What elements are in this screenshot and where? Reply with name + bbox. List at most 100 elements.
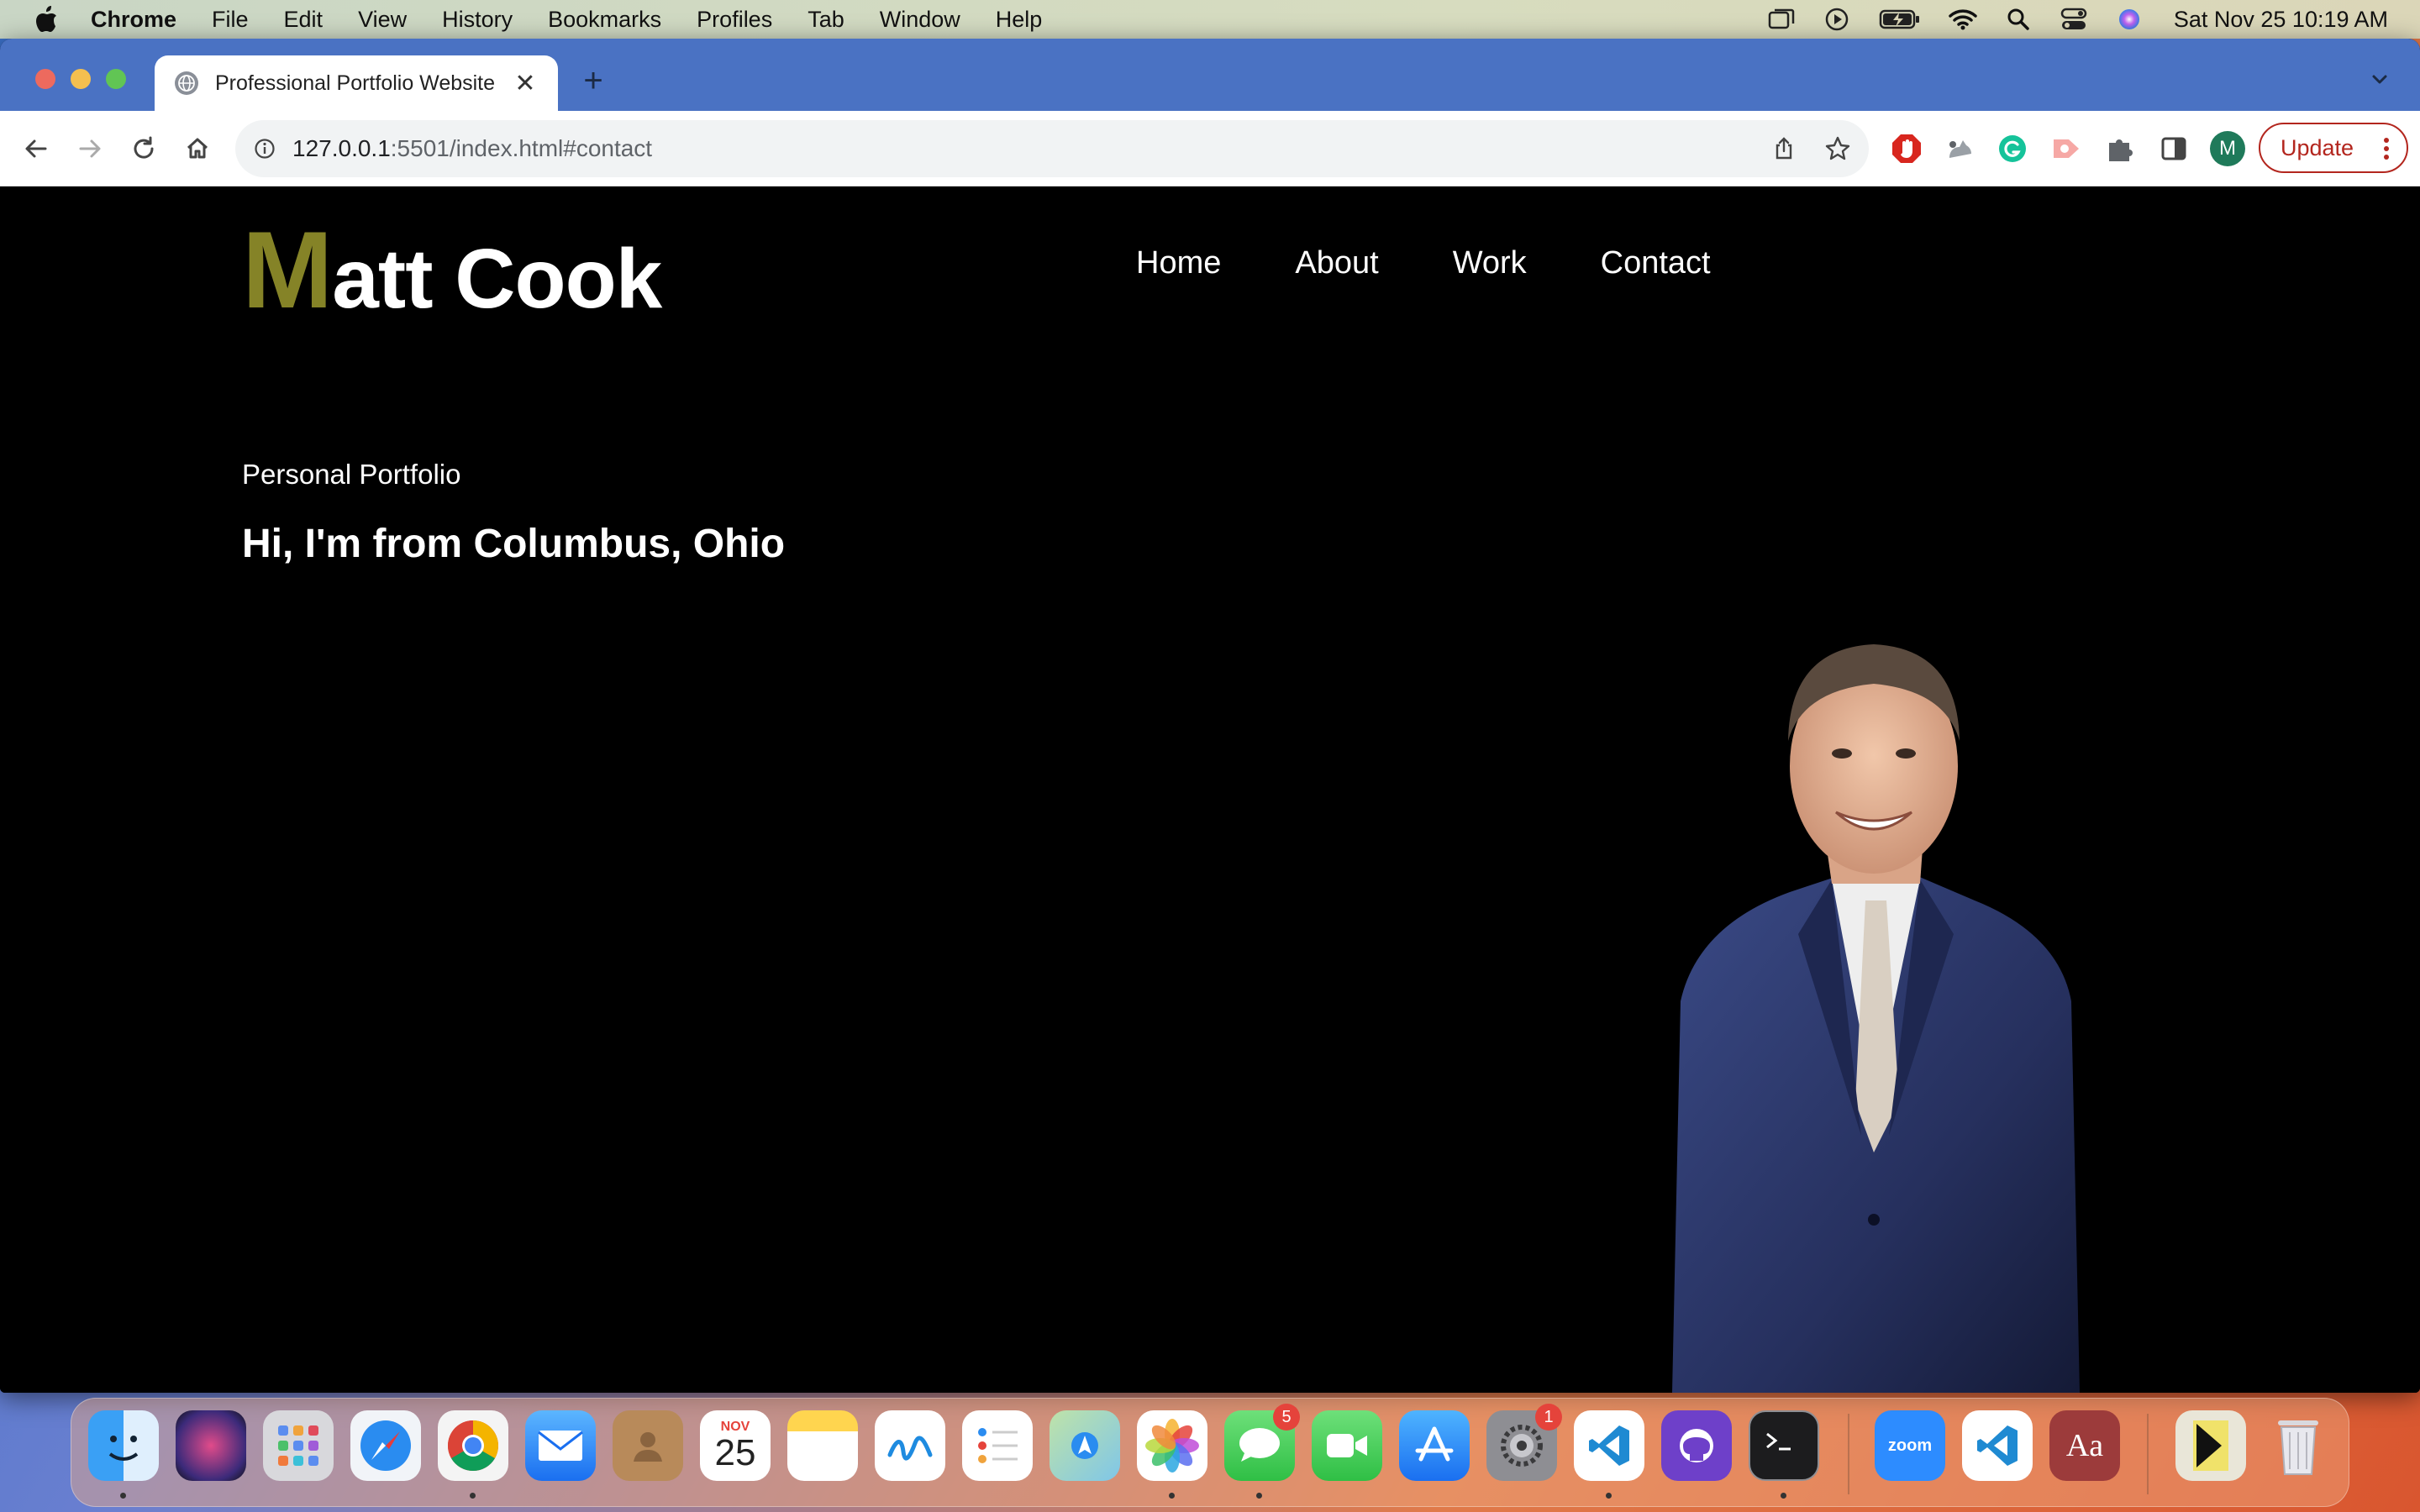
cat-extension-icon[interactable]: [1941, 131, 1976, 166]
mail-icon[interactable]: [525, 1410, 596, 1481]
grammarly-extension-icon[interactable]: [1995, 131, 2030, 166]
nav-work[interactable]: Work: [1453, 245, 1527, 281]
chrome-app-icon[interactable]: [438, 1410, 508, 1481]
contacts-icon[interactable]: [613, 1410, 683, 1481]
macos-dock: NOV 25 5 1 zoom Aa: [71, 1398, 2349, 1507]
finder-icon[interactable]: [88, 1410, 159, 1481]
menu-window[interactable]: Window: [880, 7, 960, 33]
settings-badge: 1: [1535, 1404, 1562, 1431]
launchpad-icon[interactable]: [263, 1410, 334, 1481]
share-icon[interactable]: [1770, 134, 1798, 163]
portrait-photo: [1672, 644, 2080, 1393]
site-info-icon[interactable]: [252, 136, 277, 161]
logo-name: att Cook: [332, 232, 662, 326]
reminders-icon[interactable]: [962, 1410, 1033, 1481]
menu-bookmarks[interactable]: Bookmarks: [548, 7, 661, 33]
running-indicator: [1169, 1493, 1175, 1499]
puzzle-extensions-icon[interactable]: [2102, 131, 2138, 166]
downloads-stack-icon[interactable]: [2175, 1410, 2246, 1481]
photos-icon[interactable]: [1137, 1410, 1207, 1481]
safari-icon[interactable]: [350, 1410, 421, 1481]
portfolio-page: Matt Cook Home About Work Contact Person…: [0, 186, 2420, 1393]
menu-profiles[interactable]: Profiles: [697, 7, 772, 33]
app-store-icon[interactable]: [1399, 1410, 1470, 1481]
notes-icon[interactable]: [787, 1410, 858, 1481]
battery-charging-icon[interactable]: [1878, 7, 1922, 32]
nav-home[interactable]: Home: [1136, 245, 1221, 281]
calendar-day: 25: [714, 1432, 756, 1473]
profile-avatar[interactable]: M: [2210, 131, 2245, 166]
tab-portfolio[interactable]: Professional Portfolio Website ✕: [155, 55, 558, 111]
terminal-icon[interactable]: [1749, 1410, 1819, 1481]
new-tab-button[interactable]: +: [576, 64, 610, 97]
apple-menu-icon[interactable]: [32, 5, 60, 34]
running-indicator: [120, 1493, 126, 1499]
vscode-insiders-icon[interactable]: [1962, 1410, 2033, 1481]
globe-icon: [175, 71, 198, 95]
github-desktop-icon[interactable]: [1661, 1410, 1732, 1481]
calendar-icon[interactable]: NOV 25: [700, 1410, 771, 1481]
url-text[interactable]: 127.0.0.1:5501/index.html#contact: [292, 135, 652, 162]
wifi-icon[interactable]: [1949, 7, 1977, 32]
home-icon[interactable]: [178, 129, 217, 168]
menu-view[interactable]: View: [358, 7, 407, 33]
address-bar[interactable]: 127.0.0.1:5501/index.html#contact: [235, 120, 1869, 177]
running-indicator: [470, 1493, 476, 1499]
close-window-button[interactable]: [35, 69, 55, 89]
macos-menu-bar: Chrome File Edit View History Bookmarks …: [0, 0, 2420, 39]
fullscreen-window-button[interactable]: [106, 69, 126, 89]
control-center-icon[interactable]: [2060, 7, 2088, 32]
tab-search-chevron-icon[interactable]: [2368, 67, 2391, 91]
nav-about[interactable]: About: [1295, 245, 1378, 281]
hero-subtitle: Personal Portfolio: [242, 459, 461, 490]
running-indicator: [1606, 1493, 1612, 1499]
vscode-icon[interactable]: [1574, 1410, 1644, 1481]
menubar-status-area: Sat Nov 25 10:19 AM: [1767, 0, 2388, 39]
freeform-icon[interactable]: [875, 1410, 945, 1481]
dictionary-icon[interactable]: Aa: [2049, 1410, 2120, 1481]
menu-tab[interactable]: Tab: [808, 7, 844, 33]
logo-initial: M: [242, 208, 333, 331]
recorder-extension-icon[interactable]: [2049, 131, 2084, 166]
running-indicator: [1256, 1493, 1262, 1499]
nav-contact[interactable]: Contact: [1601, 245, 1711, 281]
chrome-window: Professional Portfolio Website ✕ + 127.0…: [0, 39, 2420, 1393]
play-icon[interactable]: [1823, 7, 1851, 32]
hero-headline: Hi, I'm from Columbus, Ohio: [242, 522, 786, 566]
tab-title: Professional Portfolio Website: [215, 71, 496, 95]
forward-arrow-icon[interactable]: [71, 129, 109, 168]
tab-close-icon[interactable]: ✕: [513, 69, 538, 98]
update-button[interactable]: Update: [2259, 123, 2408, 173]
system-settings-icon[interactable]: 1: [1486, 1404, 1562, 1481]
url-path: :5501/index.html#contact: [390, 135, 653, 161]
zoom-icon[interactable]: zoom: [1875, 1410, 1945, 1481]
site-logo[interactable]: Matt Cook: [242, 207, 662, 333]
facetime-icon[interactable]: [1312, 1410, 1382, 1481]
reload-icon[interactable]: [124, 129, 163, 168]
maps-icon[interactable]: [1050, 1410, 1120, 1481]
tab-strip: Professional Portfolio Website ✕ +: [0, 39, 2420, 111]
messages-icon[interactable]: 5: [1224, 1404, 1300, 1481]
more-menu-icon[interactable]: [2383, 136, 2390, 161]
side-panel-icon[interactable]: [2156, 131, 2191, 166]
menubar-clock[interactable]: Sat Nov 25 10:19 AM: [2174, 7, 2388, 33]
menu-app-chrome[interactable]: Chrome: [91, 7, 176, 33]
window-icon[interactable]: [1767, 7, 1796, 32]
update-label: Update: [2281, 134, 2354, 160]
menu-edit[interactable]: Edit: [284, 7, 324, 33]
spotlight-search-icon[interactable]: [2004, 7, 2033, 32]
running-indicator: [1781, 1493, 1786, 1499]
back-arrow-icon[interactable]: [17, 129, 55, 168]
site-nav: Home About Work Contact: [1136, 245, 1785, 281]
bookmark-star-icon[interactable]: [1823, 134, 1852, 163]
adblock-extension-icon[interactable]: [1889, 131, 1924, 166]
menu-history[interactable]: History: [442, 7, 513, 33]
menu-file[interactable]: File: [212, 7, 249, 33]
menu-help[interactable]: Help: [996, 7, 1043, 33]
dock-separator: [1848, 1414, 1849, 1494]
minimize-window-button[interactable]: [71, 69, 91, 89]
siri-app-icon[interactable]: [176, 1410, 246, 1481]
siri-icon[interactable]: [2115, 7, 2144, 32]
trash-icon[interactable]: [2263, 1410, 2333, 1481]
dock-separator: [2147, 1414, 2149, 1494]
